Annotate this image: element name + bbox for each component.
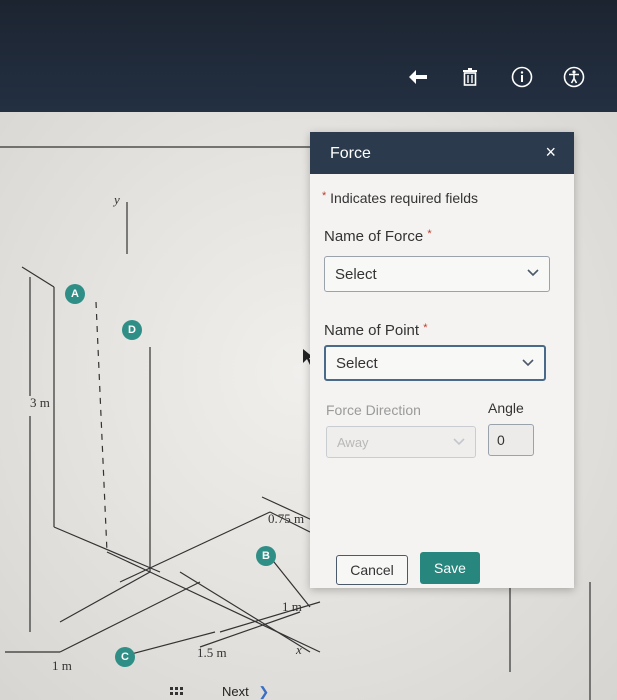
- point-a-marker[interactable]: A: [65, 284, 85, 304]
- accessibility-icon[interactable]: [561, 64, 587, 90]
- cancel-button[interactable]: Cancel: [336, 555, 408, 585]
- back-arrow-icon[interactable]: [405, 64, 431, 90]
- required-star: *: [322, 190, 327, 202]
- width-mid-dimension-label: 1.5 m: [197, 645, 227, 660]
- x-axis-label: x: [296, 642, 302, 657]
- required-fields-text: Indicates required fields: [330, 190, 479, 206]
- next-button[interactable]: Next ❯: [222, 684, 269, 700]
- width-left-dimension-label: 1 m: [52, 658, 72, 673]
- required-star: *: [427, 228, 432, 240]
- name-of-point-label-text: Name of Point: [324, 322, 420, 339]
- force-direction-label: Force Direction: [326, 402, 421, 418]
- point-c-marker[interactable]: C: [115, 647, 135, 667]
- offset-bottom-dimension-label: 1 m: [282, 599, 302, 614]
- name-of-point-select[interactable]: Select: [324, 345, 546, 381]
- point-b-marker[interactable]: B: [256, 546, 276, 566]
- force-direction-select[interactable]: Away: [326, 426, 476, 458]
- toolbar: [405, 64, 587, 90]
- next-button-label: Next: [222, 684, 249, 699]
- chevron-down-icon: [453, 435, 465, 449]
- name-of-point-select-value: Select: [336, 354, 378, 372]
- dialog-title: Force: [330, 145, 371, 162]
- save-button[interactable]: Save: [420, 552, 480, 584]
- name-of-force-label-text: Name of Force: [324, 228, 424, 245]
- chevron-down-icon: [527, 266, 539, 280]
- top-bar: [0, 0, 617, 112]
- force-dialog: Force × * Indicates required fields Name…: [310, 132, 574, 588]
- bottom-navigation: Next ❯: [170, 684, 269, 700]
- point-d-marker[interactable]: D: [122, 320, 142, 340]
- required-fields-note: * Indicates required fields: [322, 190, 478, 206]
- trash-icon[interactable]: [457, 64, 483, 90]
- height-dimension-label: 3 m: [30, 395, 50, 410]
- dialog-header: Force ×: [310, 132, 574, 174]
- name-of-force-label: Name of Force *: [324, 228, 432, 245]
- info-icon[interactable]: [509, 64, 535, 90]
- close-icon[interactable]: ×: [545, 142, 556, 163]
- chevron-right-icon: ❯: [258, 684, 270, 699]
- angle-input[interactable]: 0: [488, 424, 534, 456]
- chevron-down-icon: [522, 356, 534, 370]
- name-of-force-select-value: Select: [335, 265, 377, 283]
- grid-icon[interactable]: [170, 685, 184, 700]
- offset-b-dimension-label: 0.75 m: [268, 511, 305, 526]
- y-axis-label: y: [114, 192, 120, 207]
- name-of-point-label: Name of Point *: [324, 322, 428, 339]
- required-star: *: [423, 322, 428, 334]
- angle-label: Angle: [488, 400, 524, 416]
- force-direction-select-value: Away: [337, 434, 369, 450]
- name-of-force-select[interactable]: Select: [324, 256, 550, 292]
